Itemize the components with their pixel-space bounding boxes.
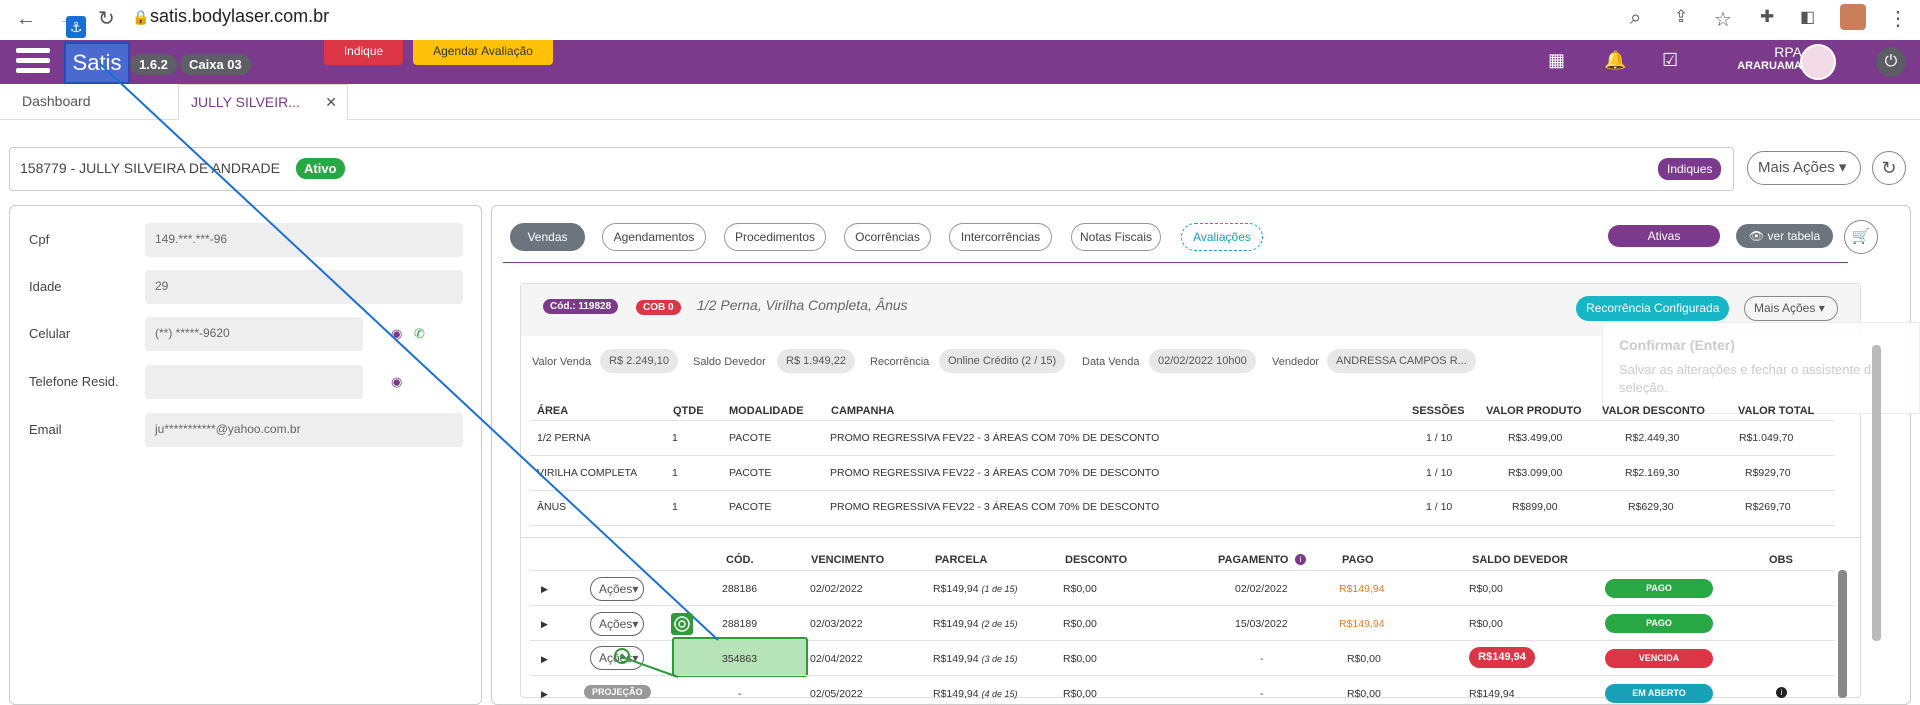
target-icon [620, 654, 624, 658]
annotation-line [621, 656, 679, 678]
annotation-overlay: ⚓ [66, 16, 719, 678]
anchor-icon: ⚓ [70, 20, 83, 36]
annotation-line [97, 61, 719, 641]
